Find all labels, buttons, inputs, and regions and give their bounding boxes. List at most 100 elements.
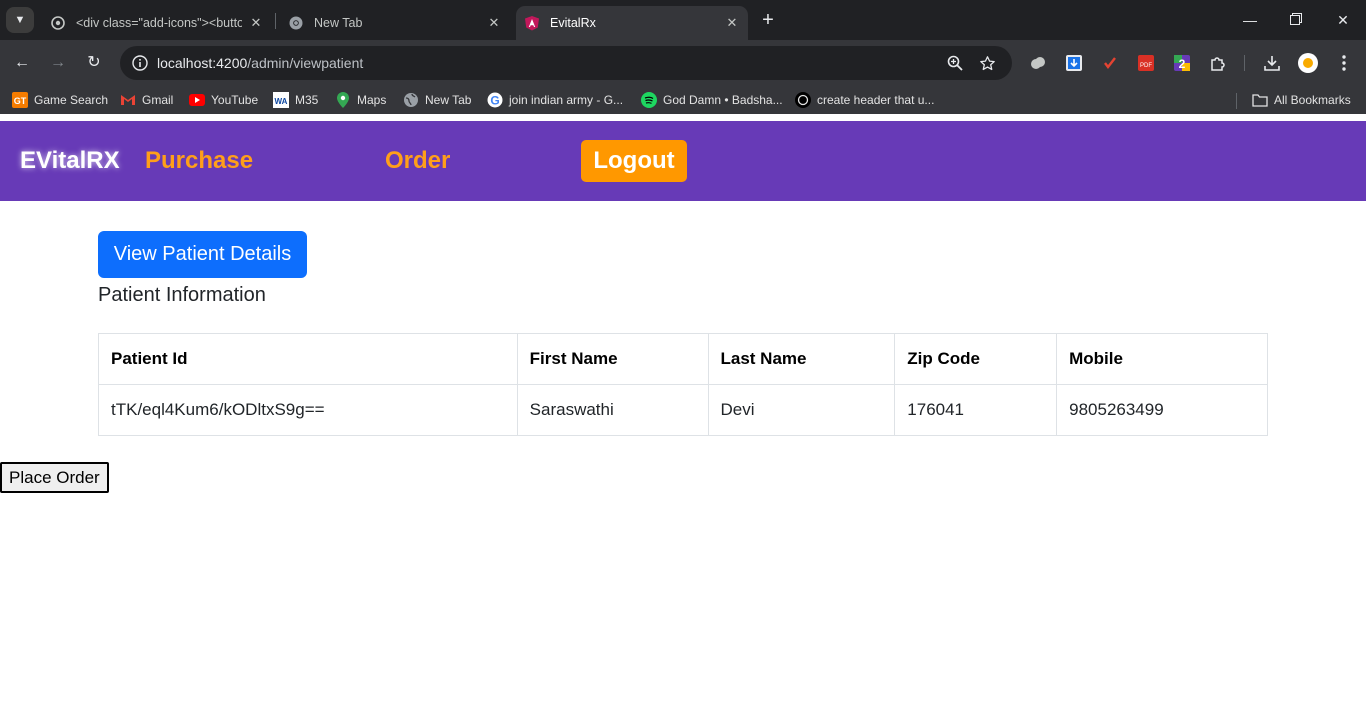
browser-tab-strip: ▼ <div class="add-icons"><button ✕ New T…: [0, 0, 1366, 40]
close-tab-icon[interactable]: ✕: [724, 15, 740, 31]
pdf-extension-icon[interactable]: PDF: [1136, 53, 1156, 73]
cell-patient-id: tTK/eql4Kum6/kODltxS9g==: [98, 384, 518, 436]
svg-text:2: 2: [1179, 57, 1186, 71]
close-icon: ✕: [1337, 12, 1349, 28]
patient-information-heading: Patient Information: [98, 284, 266, 306]
url-host: localhost:4200: [157, 55, 248, 71]
bookmark-maps[interactable]: Maps: [335, 91, 386, 109]
nav-order-link[interactable]: Order: [385, 147, 450, 175]
tab-title: New Tab: [314, 16, 363, 30]
header-patient-id: Patient Id: [98, 333, 518, 385]
bookmark-m35[interactable]: WA M35: [273, 91, 318, 109]
cell-last-name: Devi: [707, 384, 896, 436]
cell-first-name: Saraswathi: [516, 384, 709, 436]
header-last-name: Last Name: [707, 333, 896, 385]
youtube-icon: [189, 92, 205, 108]
bookmark-new-tab[interactable]: New Tab: [403, 91, 471, 109]
close-window-button[interactable]: ✕: [1333, 10, 1353, 30]
spotify-icon: [641, 92, 657, 108]
close-tab-icon[interactable]: ✕: [248, 15, 264, 31]
folder-icon: [1252, 92, 1268, 108]
profile-avatar-icon[interactable]: [1298, 53, 1318, 73]
nav-purchase-link[interactable]: Purchase: [145, 147, 253, 175]
bookmark-create-header[interactable]: create header that u...: [795, 91, 934, 109]
bookmark-star-icon[interactable]: [978, 54, 996, 72]
chrome-icon: [288, 15, 304, 31]
address-bar[interactable]: localhost:4200/admin/viewpatient: [120, 46, 1012, 80]
new-tab-button[interactable]: +: [758, 10, 778, 30]
todoist-extension-icon[interactable]: [1100, 53, 1120, 73]
bookmark-label: create header that u...: [817, 93, 935, 107]
bookmarks-divider: [1236, 93, 1237, 109]
downloads-icon[interactable]: [1262, 53, 1282, 73]
tab-search-button[interactable]: ▼: [6, 7, 34, 33]
cell-mobile: 9805263499: [1056, 384, 1268, 436]
angular-icon: [524, 15, 540, 31]
extension-puzzle-cloud-icon[interactable]: [1028, 53, 1048, 73]
bookmarks-bar: GT Game Search Gmail YouTube WA M35 Maps…: [0, 86, 1366, 114]
restore-icon: [1290, 13, 1302, 25]
zoom-icon[interactable]: [946, 54, 964, 72]
brand-logo[interactable]: EVitalRX: [20, 147, 120, 175]
bookmark-god-damn[interactable]: God Damn • Badsha...: [641, 91, 783, 109]
bookmark-gmail[interactable]: Gmail: [120, 91, 173, 109]
reload-button[interactable]: ↻: [84, 53, 104, 73]
forward-button[interactable]: →: [48, 53, 68, 73]
header-zip-code: Zip Code: [894, 333, 1058, 385]
all-bookmarks-button[interactable]: All Bookmarks: [1252, 91, 1351, 109]
table-row: tTK/eql4Kum6/kODltxS9g== Saraswathi Devi…: [98, 384, 1268, 436]
header-first-name: First Name: [516, 333, 709, 385]
bookmark-label: YouTube: [211, 93, 259, 107]
site-info-icon[interactable]: [129, 52, 151, 74]
view-patient-details-button[interactable]: View Patient Details: [98, 231, 307, 278]
two-extension-icon[interactable]: 2: [1172, 53, 1192, 73]
download-manager-extension-icon[interactable]: [1064, 53, 1084, 73]
close-tab-icon[interactable]: ✕: [486, 15, 502, 31]
tab-divider: [275, 13, 276, 29]
restore-button[interactable]: [1286, 10, 1306, 30]
bookmark-label: New Tab: [425, 93, 472, 107]
bookmark-label: God Damn • Badsha...: [663, 93, 783, 107]
browser-toolbar: ← → ↻ localhost:4200/admin/viewpatient P…: [0, 40, 1366, 86]
back-button[interactable]: ←: [12, 53, 32, 73]
gmail-icon: [120, 92, 136, 108]
google-icon: G: [487, 92, 503, 108]
chatgpt-icon: [50, 15, 66, 31]
tab-title: EvitalRx: [550, 16, 596, 30]
extensions-puzzle-icon[interactable]: [1208, 53, 1228, 73]
bookmark-label: join indian army - G...: [509, 93, 624, 107]
minimize-button[interactable]: —: [1240, 10, 1260, 30]
chevron-down-icon: ▼: [14, 14, 26, 26]
arrow-left-icon: ←: [14, 54, 30, 71]
place-order-button[interactable]: Place Order: [0, 462, 109, 493]
chatgpt-icon: [795, 92, 811, 108]
svg-text:WA: WA: [275, 97, 288, 106]
bookmark-game-search[interactable]: GT Game Search: [12, 91, 108, 109]
page-viewport: EVitalRX Purchase Order Logout View Pati…: [0, 121, 1366, 728]
header-mobile: Mobile: [1056, 333, 1268, 385]
logout-button[interactable]: Logout: [581, 140, 687, 182]
plus-icon: +: [762, 9, 774, 31]
toolbar-divider: [1244, 55, 1245, 71]
globe-icon: [403, 92, 419, 108]
url-path: /admin/viewpatient: [247, 55, 364, 71]
tab-chatgpt[interactable]: <div class="add-icons"><button ✕: [44, 6, 272, 40]
arrow-right-icon: →: [50, 54, 66, 71]
bookmark-label: Gmail: [142, 93, 174, 107]
reload-icon: ↻: [87, 54, 101, 71]
bookmark-label: Game Search: [34, 93, 109, 107]
svg-text:GT: GT: [14, 96, 27, 106]
maps-icon: [335, 92, 351, 108]
wa-icon: WA: [273, 92, 289, 108]
browser-menu-icon[interactable]: [1334, 53, 1354, 73]
tab-evitalrx[interactable]: EvitalRx ✕: [516, 6, 748, 40]
bookmark-youtube[interactable]: YouTube: [189, 91, 258, 109]
bookmark-label: M35: [295, 93, 319, 107]
table-header-row: Patient Id First Name Last Name Zip Code…: [98, 333, 1268, 385]
patient-table: Patient Id First Name Last Name Zip Code…: [98, 333, 1268, 436]
tab-new-tab[interactable]: New Tab ✕: [282, 6, 510, 40]
url-text[interactable]: localhost:4200/admin/viewpatient: [157, 55, 363, 71]
bookmark-join-indian-army[interactable]: G join indian army - G...: [487, 91, 623, 109]
app-navbar: EVitalRX Purchase Order Logout: [0, 121, 1366, 201]
bookmark-label: All Bookmarks: [1274, 93, 1351, 107]
